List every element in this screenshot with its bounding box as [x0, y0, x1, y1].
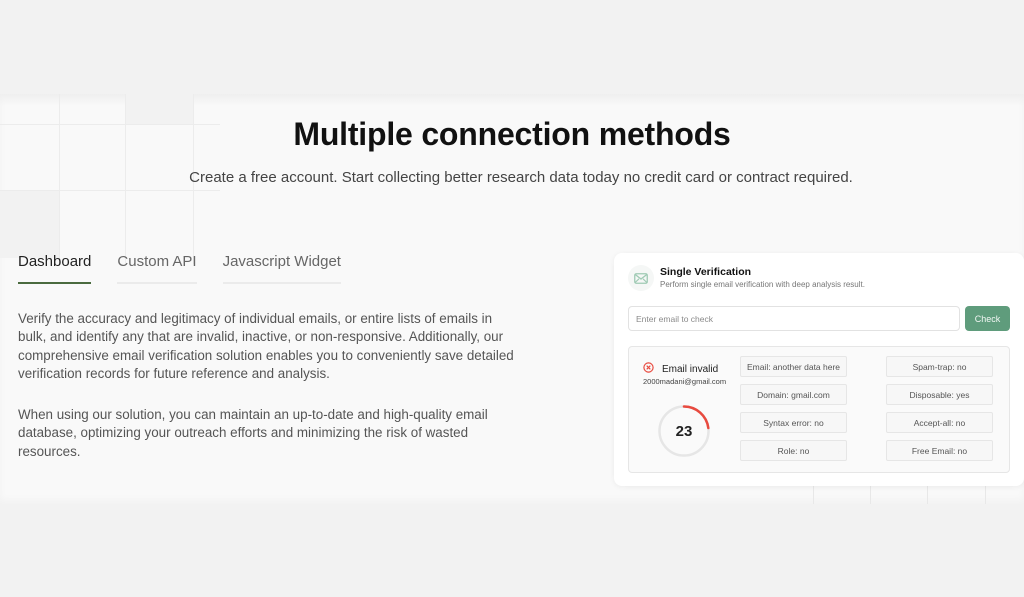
tab-javascript-widget[interactable]: Javascript Widget — [222, 253, 341, 284]
description-paragraph-1: Verify the accuracy and legitimacy of in… — [18, 311, 514, 382]
status-label: Email invalid — [662, 363, 719, 375]
tab-dashboard[interactable]: Dashboard — [18, 253, 92, 284]
bottom-band — [0, 504, 1024, 597]
single-verification-card: Single Verification Perform single email… — [614, 253, 1024, 486]
method-tabs: Dashboard Custom API Javascript Widget — [18, 253, 341, 284]
description-paragraph-2: When using our solution, you can maintai… — [18, 407, 488, 459]
score-gauge: 23 — [657, 404, 711, 458]
attribute-domain: Domain: gmail.com — [740, 384, 847, 405]
attribute-disposable: Disposable: yes — [886, 384, 993, 405]
attribute-email: Email: another data here — [740, 356, 847, 377]
card-subtitle: Perform single email verification with d… — [660, 280, 865, 289]
page-title: Multiple connection methods — [293, 116, 731, 152]
tab-custom-api[interactable]: Custom API — [117, 253, 197, 284]
page-subtitle: Create a free account. Start collecting … — [189, 169, 853, 186]
card-title: Single Verification — [660, 266, 752, 278]
check-button[interactable]: Check — [965, 306, 1010, 331]
score-value: 23 — [675, 422, 693, 440]
verification-result: Email invalid 2000madani@gmail.com 23 Em… — [628, 346, 1010, 473]
email-input[interactable] — [628, 306, 960, 331]
attribute-syntax-error: Syntax error: no — [740, 412, 847, 433]
attribute-role: Role: no — [740, 440, 847, 461]
grid-decoration-bottom — [780, 486, 1024, 504]
status-row: Email invalid — [643, 360, 718, 378]
attribute-free-email: Free Email: no — [886, 440, 993, 461]
attribute-spam-trap: Spam-trap: no — [886, 356, 993, 377]
error-circle-icon — [643, 360, 654, 378]
top-band — [0, 0, 1024, 94]
mail-icon — [628, 265, 654, 291]
attribute-accept-all: Accept-all: no — [886, 412, 993, 433]
checked-email: 2000madani@gmail.com — [643, 377, 727, 386]
